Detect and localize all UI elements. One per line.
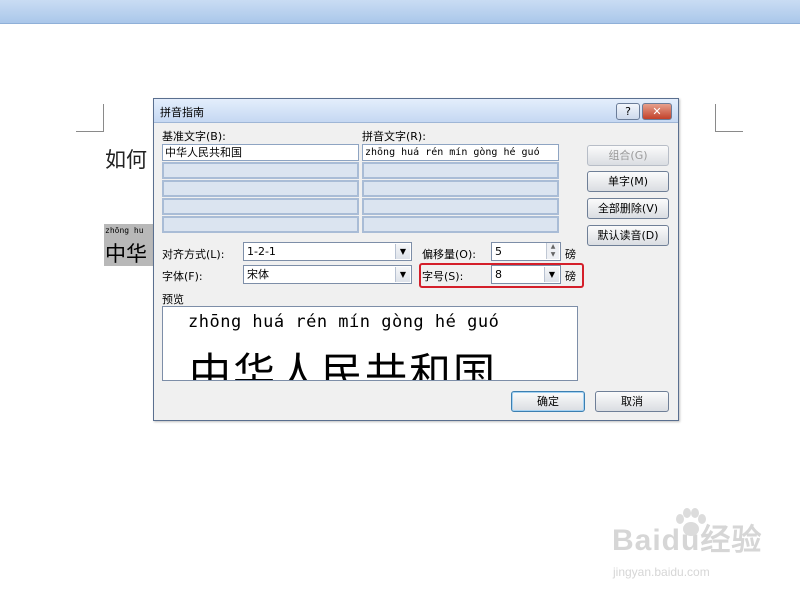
dialog-title: 拼音指南 bbox=[160, 106, 204, 119]
base-text-cell[interactable] bbox=[162, 216, 359, 233]
font-value: 宋体 bbox=[247, 268, 269, 281]
ruby-text-cell[interactable]: zhōng huá rén mín gòng hé guó bbox=[362, 144, 559, 161]
document-text-line: 如何 bbox=[105, 148, 147, 172]
base-text-cell[interactable] bbox=[162, 180, 359, 197]
combine-button[interactable]: 组合(G) bbox=[587, 145, 669, 166]
chevron-down-icon[interactable]: ▼ bbox=[395, 244, 410, 259]
alignment-label: 对齐方式(L): bbox=[162, 248, 225, 261]
page-corner-mark-right bbox=[715, 104, 743, 132]
alignment-value: 1-2-1 bbox=[247, 245, 276, 258]
base-text-label: 基准文字(B): bbox=[162, 130, 226, 143]
default-reading-button[interactable]: 默认读音(D) bbox=[587, 225, 669, 246]
ruby-text-label: 拼音文字(R): bbox=[362, 130, 426, 143]
single-char-button[interactable]: 单字(M) bbox=[587, 171, 669, 192]
font-select[interactable]: 宋体 ▼ bbox=[243, 265, 412, 284]
offset-unit: 磅 bbox=[565, 248, 576, 261]
preview-ruby-text: zhōng huá rén mín gòng hé guó bbox=[188, 312, 500, 332]
preview-label: 预览 bbox=[162, 293, 184, 306]
baidu-jingyan-watermark: Baidu经验 jingyan.baidu.com bbox=[612, 508, 762, 579]
page-corner-mark-left bbox=[76, 104, 104, 132]
preview-pane: zhōng huá rén mín gòng hé guó 中华人民共和国 bbox=[162, 306, 578, 381]
ruby-text-cell[interactable] bbox=[362, 180, 559, 197]
ruby-text-cell[interactable] bbox=[362, 162, 559, 179]
preview-base-text: 中华人民共和国 bbox=[189, 349, 498, 381]
offset-spinner[interactable]: 5 ▲ ▼ bbox=[491, 242, 561, 261]
watermark-url: jingyan.baidu.com bbox=[613, 565, 710, 579]
base-text-cell[interactable] bbox=[162, 198, 359, 215]
spin-down-icon[interactable]: ▼ bbox=[546, 251, 559, 259]
paw-icon bbox=[676, 508, 706, 536]
alignment-select[interactable]: 1-2-1 ▼ bbox=[243, 242, 412, 261]
help-icon[interactable]: ? bbox=[616, 103, 640, 120]
chevron-down-icon[interactable]: ▼ bbox=[395, 267, 410, 282]
phonetic-guide-dialog: 拼音指南 ? ✕ 基准文字(B): 拼音文字(R): 中华人民共和国 zhōng… bbox=[153, 98, 679, 421]
close-icon[interactable]: ✕ bbox=[642, 103, 672, 120]
document-selected-ruby: zhōng hu bbox=[105, 226, 144, 235]
document-selected-base: 中华 bbox=[105, 242, 147, 266]
cancel-button[interactable]: 取消 bbox=[595, 391, 669, 412]
font-size-highlight bbox=[419, 263, 584, 288]
dialog-titlebar[interactable]: 拼音指南 ? ✕ bbox=[154, 99, 678, 123]
ribbon-strip bbox=[0, 0, 800, 24]
offset-label: 偏移量(O): bbox=[422, 248, 476, 261]
spin-up-icon[interactable]: ▲ bbox=[546, 243, 559, 251]
base-text-cell[interactable]: 中华人民共和国 bbox=[162, 144, 359, 161]
ruby-text-cell[interactable] bbox=[362, 198, 559, 215]
ruby-text-cell[interactable] bbox=[362, 216, 559, 233]
clear-all-button[interactable]: 全部删除(V) bbox=[587, 198, 669, 219]
offset-value: 5 bbox=[495, 245, 502, 258]
base-text-cell[interactable] bbox=[162, 162, 359, 179]
font-label: 字体(F): bbox=[162, 270, 203, 283]
ok-button[interactable]: 确定 bbox=[511, 391, 585, 412]
